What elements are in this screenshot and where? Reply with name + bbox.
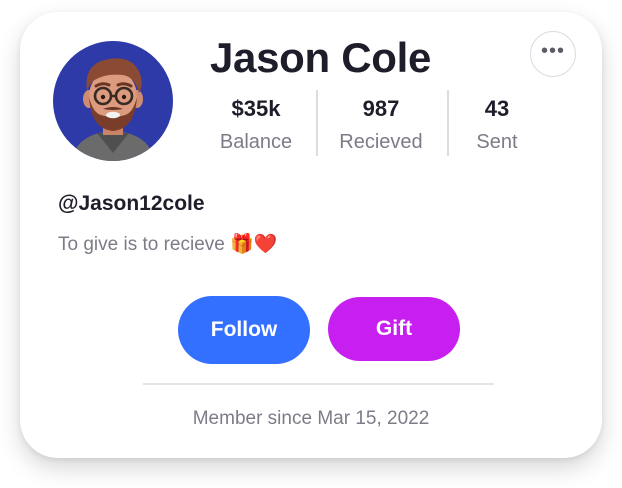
stat-value: $35k [231, 96, 281, 121]
avatar[interactable] [53, 41, 173, 161]
gift-button[interactable]: Gift [328, 297, 460, 361]
stat-label: Sent [476, 131, 518, 153]
stat-sent: 43 Sent [466, 96, 528, 154]
stat-value: 987 [362, 96, 400, 121]
stat-divider [316, 90, 318, 156]
stat-label: Balance [219, 131, 293, 153]
profile-card: Jason Cole ••• $35k Balance 987 Recieved… [20, 12, 602, 458]
footer-divider [143, 383, 494, 385]
stat-balance: $35k Balance [210, 96, 302, 154]
avatar-icon [53, 41, 173, 161]
more-options-button[interactable]: ••• [530, 31, 576, 77]
profile-handle: @Jason12cole [58, 192, 205, 215]
stat-divider [447, 90, 449, 156]
more-horizontal-icon: ••• [540, 40, 565, 62]
stat-received: 987 Recieved [330, 96, 432, 154]
profile-name: Jason Cole [210, 34, 432, 81]
member-since: Member since Mar 15, 2022 [192, 408, 430, 429]
follow-button[interactable]: Follow [178, 296, 310, 364]
stat-value: 43 [484, 96, 510, 121]
stat-label: Recieved [339, 131, 423, 153]
profile-bio: To give is to recieve 🎁❤️ [58, 234, 278, 255]
